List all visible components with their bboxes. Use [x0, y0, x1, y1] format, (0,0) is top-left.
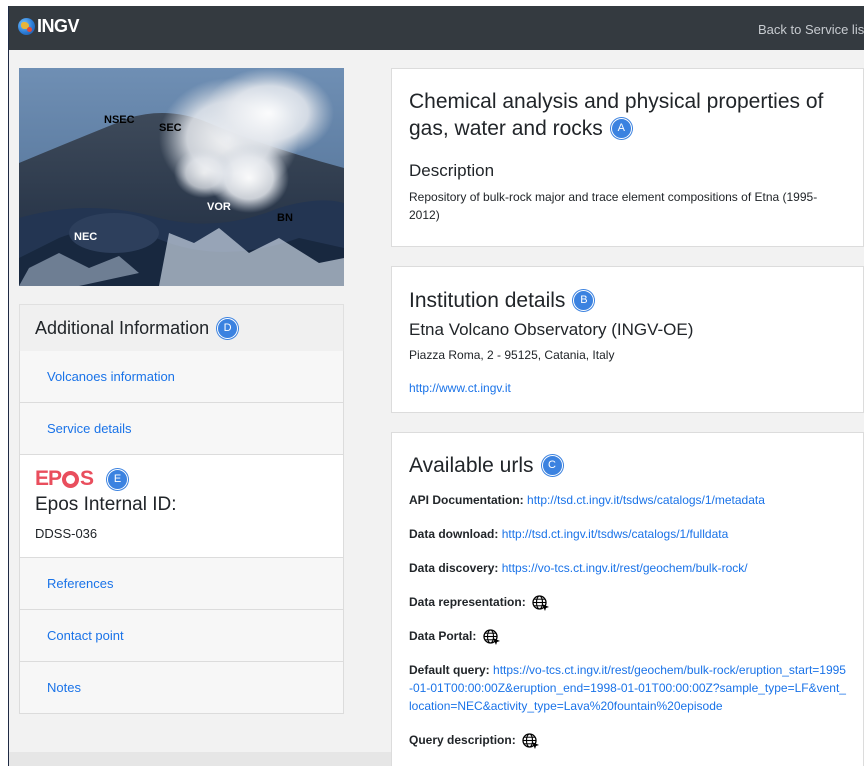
- epos-logo-circle-icon: [62, 470, 80, 488]
- crater-label-nsec: NSEC: [104, 114, 135, 126]
- page-footer-strip: [9, 752, 391, 766]
- url-label: Query description:: [409, 733, 516, 747]
- badge-b: B: [573, 290, 595, 311]
- epos-logo-text-right: S: [80, 467, 94, 490]
- crater-label-vor: VOR: [207, 201, 231, 213]
- url-label: Data download:: [409, 527, 499, 541]
- institution-card: Institution details B Etna Volcano Obser…: [391, 266, 864, 413]
- www-globe-icon[interactable]: [532, 595, 550, 611]
- brand-name: INGV: [37, 16, 80, 36]
- crater-label-sec: SEC: [159, 122, 182, 134]
- institution-address: Piazza Roma, 2 - 95125, Catania, Italy: [409, 348, 615, 362]
- api-documentation-link[interactable]: http://tsd.ct.ingv.it/tsdws/catalogs/1/m…: [527, 493, 765, 507]
- url-row-query-description: Query description:: [409, 731, 846, 749]
- sidebar-item-references[interactable]: References: [19, 558, 344, 610]
- back-to-service-list-link[interactable]: Back to Service lis: [758, 22, 864, 37]
- epos-id-label: Epos Internal ID:: [35, 494, 177, 515]
- url-row-data-discovery: Data discovery: https://vo-tcs.ct.ingv.i…: [409, 559, 846, 577]
- top-navbar: INGV Back to Service lis: [9, 6, 864, 50]
- crater-label-bn: BN: [277, 212, 293, 224]
- data-download-link[interactable]: http://tsd.ct.ingv.it/tsdws/catalogs/1/f…: [502, 527, 729, 541]
- service-title-line1: Chemical analysis and physical propertie…: [409, 90, 824, 113]
- additional-info-panel: Additional Information D Volcanoes infor…: [19, 304, 344, 714]
- sidebar-item-service-details[interactable]: Service details: [19, 403, 344, 455]
- crater-label-nec: NEC: [74, 231, 97, 243]
- globe-icon: [18, 18, 35, 35]
- epos-logo: EP S: [35, 467, 94, 491]
- institution-website-link[interactable]: http://www.ct.ingv.it: [409, 379, 846, 397]
- url-label: Data discovery:: [409, 561, 499, 575]
- url-label: API Documentation:: [409, 493, 524, 507]
- additional-info-header: Additional Information D: [19, 304, 344, 351]
- sidebar-item-notes[interactable]: Notes: [19, 662, 344, 714]
- brand-logo[interactable]: INGV: [18, 16, 80, 37]
- etna-aerial-image: NSEC SEC VOR BN NEC: [19, 68, 344, 286]
- badge-a: A: [610, 118, 632, 139]
- additional-info-title: Additional Information: [35, 317, 210, 338]
- epos-info-box: EP S E Epos Internal ID: DDSS-036: [19, 455, 344, 558]
- window-frame-left: [0, 0, 8, 766]
- url-row-api-documentation: API Documentation: http://tsd.ct.ingv.it…: [409, 491, 846, 509]
- institution-name: Etna Volcano Observatory (INGV-OE): [409, 320, 694, 339]
- badge-c: C: [541, 455, 563, 476]
- epos-id-value: DDSS-036: [35, 526, 98, 541]
- description-heading: Description: [409, 161, 495, 180]
- sidebar-item-volcanoes-information[interactable]: Volcanoes information: [19, 351, 344, 403]
- url-label: Default query:: [409, 663, 490, 677]
- badge-d: D: [217, 317, 239, 339]
- available-urls-heading: Available urls: [409, 454, 534, 477]
- available-urls-card: Available urls C API Documentation: http…: [391, 432, 864, 766]
- window-border: [8, 6, 9, 766]
- data-discovery-link[interactable]: https://vo-tcs.ct.ingv.it/rest/geochem/b…: [502, 561, 748, 575]
- sidebar-item-contact-point[interactable]: Contact point: [19, 610, 344, 662]
- url-row-data-representation: Data representation:: [409, 593, 846, 611]
- url-label: Data representation:: [409, 595, 526, 609]
- description-text: Repository of bulk-rock major and trace …: [409, 190, 818, 222]
- url-row-data-portal: Data Portal:: [409, 627, 846, 645]
- www-globe-icon[interactable]: [522, 733, 540, 749]
- badge-e: E: [107, 468, 129, 490]
- service-title-line2: gas, water and rocks: [409, 117, 603, 140]
- institution-heading: Institution details: [409, 289, 566, 312]
- www-globe-icon[interactable]: [483, 629, 501, 645]
- epos-logo-text-left: EP: [35, 467, 62, 490]
- url-label: Data Portal:: [409, 629, 477, 643]
- service-summary-card: Chemical analysis and physical propertie…: [391, 68, 864, 247]
- volcano-photo: NSEC SEC VOR BN NEC: [19, 68, 344, 286]
- url-row-data-download: Data download: http://tsd.ct.ingv.it/tsd…: [409, 525, 846, 543]
- url-row-default-query: Default query: https://vo-tcs.ct.ingv.it…: [409, 661, 846, 715]
